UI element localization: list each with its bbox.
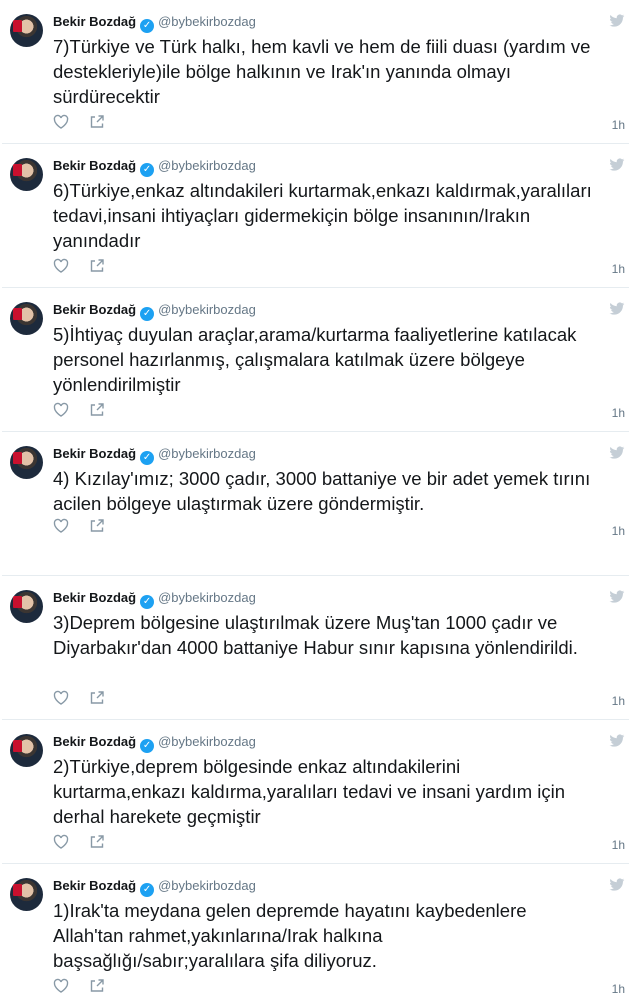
share-icon[interactable]: [89, 834, 105, 850]
author-handle[interactable]: @bybekirbozdag: [158, 446, 256, 461]
author-handle[interactable]: @bybekirbozdag: [158, 14, 256, 29]
flag-pin: [13, 884, 22, 896]
tweet-card[interactable]: Bekir Bozdağ ✓ @bybekirbozdag 4) Kızılay'ı…: [2, 432, 629, 576]
tweet-card[interactable]: Bekir Bozdağ ✓ @bybekirbozdag 2)Türkiye,de…: [2, 720, 629, 864]
tweet-header: Bekir Bozdağ ✓ @bybekirbozdag: [53, 734, 256, 753]
avatar[interactable]: [10, 734, 43, 767]
verified-badge-icon: ✓: [140, 451, 155, 465]
tweet-card[interactable]: Bekir Bozdağ ✓ @bybekirbozdag 3)Deprem böl…: [2, 576, 629, 720]
heart-icon[interactable]: [53, 690, 69, 706]
verified-badge-icon: ✓: [140, 739, 155, 753]
timestamp[interactable]: 1h: [612, 982, 625, 996]
author-name[interactable]: Bekir Bozdağ: [53, 590, 136, 605]
author-handle[interactable]: @bybekirbozdag: [158, 590, 256, 605]
author-handle[interactable]: @bybekirbozdag: [158, 158, 256, 173]
flag-pin: [13, 20, 22, 32]
heart-icon[interactable]: [53, 518, 69, 534]
heart-icon[interactable]: [53, 114, 69, 130]
avatar[interactable]: [10, 302, 43, 335]
flag-pin: [13, 740, 22, 752]
timestamp[interactable]: 1h: [612, 118, 625, 132]
avatar[interactable]: [10, 158, 43, 191]
twitter-bird-icon[interactable]: [609, 590, 625, 604]
tweet-card[interactable]: Bekir Bozdağ ✓ @bybekirbozdag 1)Irak'ta me…: [2, 864, 629, 1008]
tweet-text: 7)Türkiye ve Türk halkı, hem kavli ve he…: [53, 36, 591, 107]
share-icon[interactable]: [89, 518, 105, 534]
twitter-bird-icon[interactable]: [609, 734, 625, 748]
tweet-text: 6)Türkiye,enkaz altındakileri kurtarmak,…: [53, 180, 592, 251]
tweet-header: Bekir Bozdağ ✓ @bybekirbozdag: [53, 158, 256, 177]
heart-icon[interactable]: [53, 834, 69, 850]
share-icon[interactable]: [89, 114, 105, 130]
twitter-bird-icon[interactable]: [609, 446, 625, 460]
tweet-text: 4) Kızılay'ımız; 3000 çadır, 3000 battan…: [53, 468, 591, 514]
tweet-text: 5)İhtiyaç duyulan araçlar,arama/kurtarma…: [53, 324, 577, 395]
heart-icon[interactable]: [53, 978, 69, 994]
avatar[interactable]: [10, 878, 43, 911]
share-icon[interactable]: [89, 402, 105, 418]
author-name[interactable]: Bekir Bozdağ: [53, 878, 136, 893]
author-name[interactable]: Bekir Bozdağ: [53, 734, 136, 749]
tweet-header: Bekir Bozdağ ✓ @bybekirbozdag: [53, 590, 256, 609]
tweet-text: 1)Irak'ta meydana gelen depremde hayatın…: [53, 900, 527, 971]
tweet-text: 3)Deprem bölgesine ulaştırılmak üzere Mu…: [53, 612, 578, 658]
verified-badge-icon: ✓: [140, 19, 155, 33]
tweet-card[interactable]: Bekir Bozdağ ✓ @bybekirbozdag 7)Türkiye ve…: [2, 0, 629, 144]
twitter-bird-icon[interactable]: [609, 878, 625, 892]
verified-badge-icon: ✓: [140, 883, 155, 897]
flag-pin: [13, 308, 22, 320]
twitter-bird-icon[interactable]: [609, 302, 625, 316]
tweet-header: Bekir Bozdağ ✓ @bybekirbozdag: [53, 878, 256, 897]
avatar[interactable]: [10, 446, 43, 479]
heart-icon[interactable]: [53, 402, 69, 418]
avatar[interactable]: [10, 590, 43, 623]
author-handle[interactable]: @bybekirbozdag: [158, 734, 256, 749]
flag-pin: [13, 164, 22, 176]
author-name[interactable]: Bekir Bozdağ: [53, 302, 136, 317]
share-icon[interactable]: [89, 978, 105, 994]
twitter-bird-icon[interactable]: [609, 14, 625, 28]
heart-icon[interactable]: [53, 258, 69, 274]
tweet-header: Bekir Bozdağ ✓ @bybekirbozdag: [53, 14, 256, 33]
verified-badge-icon: ✓: [140, 595, 155, 609]
tweet-text: 2)Türkiye,deprem bölgesinde enkaz altınd…: [53, 756, 566, 827]
timestamp[interactable]: 1h: [612, 262, 625, 276]
tweet-feed: Bekir Bozdağ ✓ @bybekirbozdag 7)Türkiye ve…: [0, 0, 641, 1000]
tweet-header: Bekir Bozdağ ✓ @bybekirbozdag: [53, 302, 256, 321]
tweet-card[interactable]: Bekir Bozdağ ✓ @bybekirbozdag 5)İhtiyaç du…: [2, 288, 629, 432]
timestamp[interactable]: 1h: [612, 838, 625, 852]
flag-pin: [13, 596, 22, 608]
author-name[interactable]: Bekir Bozdağ: [53, 158, 136, 173]
timestamp[interactable]: 1h: [612, 524, 625, 538]
timestamp[interactable]: 1h: [612, 406, 625, 420]
author-name[interactable]: Bekir Bozdağ: [53, 14, 136, 29]
author-handle[interactable]: @bybekirbozdag: [158, 302, 256, 317]
tweet-card[interactable]: Bekir Bozdağ ✓ @bybekirbozdag 6)Türkiye,en…: [2, 144, 629, 288]
author-handle[interactable]: @bybekirbozdag: [158, 878, 256, 893]
author-name[interactable]: Bekir Bozdağ: [53, 446, 136, 461]
avatar[interactable]: [10, 14, 43, 47]
twitter-bird-icon[interactable]: [609, 158, 625, 172]
tweet-header: Bekir Bozdağ ✓ @bybekirbozdag: [53, 446, 256, 465]
share-icon[interactable]: [89, 258, 105, 274]
verified-badge-icon: ✓: [140, 307, 155, 321]
timestamp[interactable]: 1h: [612, 694, 625, 708]
flag-pin: [13, 452, 22, 464]
verified-badge-icon: ✓: [140, 163, 155, 177]
share-icon[interactable]: [89, 690, 105, 706]
